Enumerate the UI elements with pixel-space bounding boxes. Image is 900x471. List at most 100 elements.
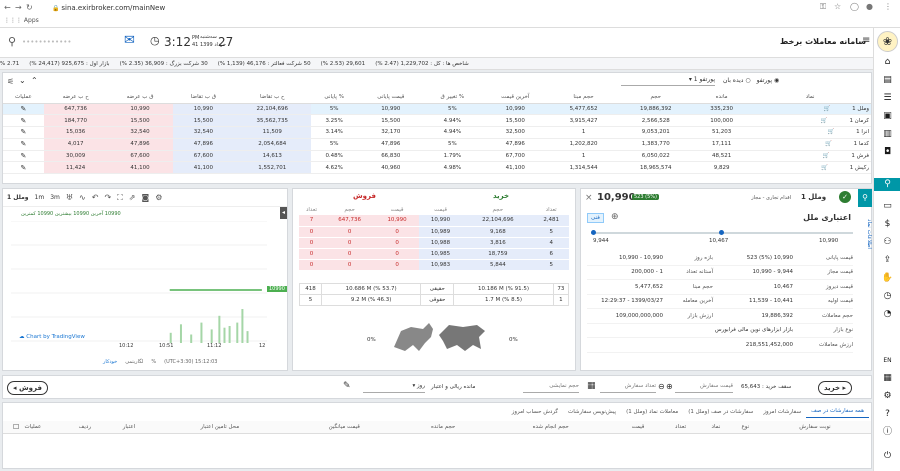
symbol-cell[interactable]: رکیش 1 🛒 — [749, 161, 871, 175]
column-header[interactable]: مانده — [694, 91, 750, 104]
grid-icon[interactable]: ▦ — [874, 372, 900, 385]
camera-icon[interactable]: ◙ — [141, 193, 149, 202]
symbol-cell[interactable]: کرمان 1 🛒 — [749, 114, 871, 128]
cart-icon[interactable]: 🛒 — [821, 118, 830, 124]
column-header[interactable]: آخرین قیمت — [480, 91, 550, 104]
column-header[interactable]: نوع — [731, 421, 759, 434]
column-header[interactable]: % پایانی — [310, 91, 358, 104]
interval-3m[interactable]: 3m — [50, 194, 60, 201]
order-tab[interactable]: معاملات نماد (وملل 1) — [621, 406, 683, 418]
table-row[interactable]: رکیش 1 🛒 9,829 18,965,574 1,314,544 41,100 4.… — [3, 161, 871, 175]
orderbook-row[interactable]: 0 0 0 10,985 18,759 6 — [299, 248, 569, 260]
column-header[interactable]: ح ب عرضه — [43, 91, 108, 104]
order-tab[interactable]: سفارشات در صف (وملل 1) — [683, 406, 758, 418]
auto-scale-toggle[interactable]: خودکار — [103, 359, 117, 365]
column-header[interactable]: عملیات — [3, 91, 44, 104]
chevron-up-icon[interactable]: ⌃ — [31, 76, 38, 85]
tech-tag[interactable]: فنی — [587, 213, 604, 223]
portfolio-select[interactable]: پورتفو 1 ▾ — [621, 76, 715, 86]
column-header[interactable]: قیمت پایانی — [357, 91, 424, 104]
apps-bookmark[interactable]: ⋮⋮⋮ Apps — [4, 17, 39, 24]
language-toggle[interactable]: EN — [874, 354, 900, 367]
bag-icon[interactable]: ◘ — [874, 146, 900, 159]
profile-icon[interactable]: ● — [866, 2, 873, 11]
power-icon[interactable]: ⏻ — [874, 450, 900, 463]
upload-icon[interactable]: ⇪ — [874, 254, 900, 267]
table-row[interactable]: انرا 1 🛒 51,203 9,053,201 1 32,500 4.94% 32,17… — [3, 126, 871, 139]
percent-scale-toggle[interactable]: % — [151, 359, 156, 365]
column-header[interactable]: قیمت — [615, 421, 661, 434]
add-icon[interactable]: ⊕ — [611, 212, 619, 222]
lock-icon[interactable]: ⊕ — [666, 382, 673, 391]
radio-watch[interactable]: ○ دیده بان — [723, 77, 751, 84]
list-icon[interactable]: ☰ — [874, 92, 900, 105]
checkbox-icon[interactable]: ☐ — [13, 423, 19, 431]
cart-icon[interactable]: 🛒 — [823, 153, 832, 159]
search-icon[interactable]: ⚲ — [8, 35, 16, 48]
redo-icon[interactable]: ↷ — [104, 193, 111, 202]
column-header[interactable]: عملیات — [3, 421, 63, 434]
column-header[interactable]: % تغییر ق — [423, 91, 481, 104]
gear-icon[interactable]: ⚙ — [874, 390, 900, 403]
orderbook-row[interactable]: 0 0 0 10,989 9,168 5 — [299, 226, 569, 238]
symbol-cell[interactable]: کدما 1 🛒 — [749, 138, 871, 151]
column-header[interactable]: نماد — [700, 421, 732, 434]
sliders-icon[interactable]: ⚟ — [7, 77, 14, 86]
chart-icon[interactable]: ▥ — [874, 128, 900, 141]
log-scale-toggle[interactable]: لگاریتمی — [125, 359, 143, 365]
table-row[interactable]: کدما 1 🛒 17,111 1,383,770 1,202,820 47,896 5%… — [3, 138, 871, 151]
table-row[interactable]: وملل 1 🛒 335,230 19,886,392 5,477,652 10,990… — [3, 103, 871, 116]
column-header[interactable]: حجم — [617, 91, 694, 104]
column-header[interactable]: نماد — [749, 91, 871, 104]
table-row[interactable]: کرمان 1 🛒 100,000 2,566,528 3,915,427 15,500… — [3, 114, 871, 128]
dollar-icon[interactable]: $ — [874, 218, 900, 231]
search-symbol-icon[interactable]: ⚲ — [874, 178, 900, 191]
radio-portfolio[interactable]: ◉ پورتفو — [757, 77, 780, 84]
clock-icon[interactable]: ◔ — [874, 308, 900, 321]
sell-button[interactable]: ◂ فروش — [7, 381, 48, 395]
column-header[interactable]: ق ب تقاضا — [172, 91, 235, 104]
buy-button[interactable]: خرید ▸ — [818, 381, 853, 395]
symbol-info-tab[interactable]: اطلاعات نماد — [858, 219, 872, 279]
column-header[interactable]: ح ب تقاضا — [234, 91, 311, 104]
symbol-cell[interactable]: فرش 1 🛒 — [749, 150, 871, 163]
chevron-down-icon[interactable]: ⌄ — [19, 76, 26, 85]
order-tab[interactable]: گردش حساب امروز — [507, 406, 563, 418]
orderbook-row[interactable]: 0 0 0 10,983 5,844 5 — [299, 259, 569, 271]
cart-icon[interactable]: 🛒 — [824, 106, 833, 112]
column-header[interactable]: قیمت میانگین — [288, 421, 400, 434]
column-header[interactable]: ردیف — [62, 421, 107, 434]
validity-select[interactable]: روز ▾ — [363, 383, 425, 393]
home-icon[interactable]: ⌂ — [874, 56, 900, 69]
users-icon[interactable]: ⚇ — [874, 236, 900, 249]
tradingview-attribution[interactable]: ☁ Chart by TradingView — [19, 334, 85, 340]
order-tab[interactable]: همه سفارشات در صف — [806, 405, 869, 418]
address-bar[interactable]: 🔒 sina.exirbroker.com/mainNew — [52, 3, 812, 14]
hand-icon[interactable]: ✋ — [874, 272, 900, 285]
extension-icon[interactable]: ◯ — [850, 2, 859, 11]
candle-type-icon[interactable]: ♅ — [66, 193, 73, 202]
edit-icon[interactable]: ✎ — [21, 128, 27, 136]
edit-icon[interactable]: ✎ — [21, 117, 27, 125]
table-row[interactable]: فرش 1 🛒 48,521 6,050,022 1 67,700 1.79% 66,830… — [3, 150, 871, 163]
back-icon[interactable]: ← — [4, 3, 11, 12]
column-header[interactable]: تعداد — [660, 421, 701, 434]
info-icon[interactable]: ⓘ — [874, 426, 900, 439]
fullscreen-icon[interactable]: ⛶ — [117, 193, 123, 203]
order-tab[interactable]: سفارشات امروز — [758, 406, 806, 418]
column-header[interactable]: حجم انجام شده — [486, 421, 616, 434]
popout-icon[interactable]: ⇗ — [129, 193, 136, 202]
collapse-arrow-icon[interactable]: ◂ — [280, 207, 287, 219]
symbol-cell[interactable]: انرا 1 🛒 — [749, 126, 871, 139]
reload-icon[interactable]: ↻ — [26, 3, 33, 12]
forward-icon[interactable]: → — [15, 3, 22, 12]
order-tab[interactable]: پیش‌نویس سفارشات — [563, 406, 621, 418]
edit-icon[interactable]: ✎ — [21, 105, 27, 113]
id-card-icon[interactable]: ▭ — [874, 200, 900, 213]
interval-1m[interactable]: 1m — [35, 194, 45, 201]
cart-icon[interactable]: 🛒 — [825, 141, 834, 147]
undo-icon[interactable]: ↶ — [92, 193, 99, 202]
column-header[interactable]: ق ب عرضه — [107, 91, 173, 104]
indicators-icon[interactable]: ∿ — [79, 193, 86, 202]
qty-input[interactable]: تعداد سفارش — [600, 383, 656, 393]
